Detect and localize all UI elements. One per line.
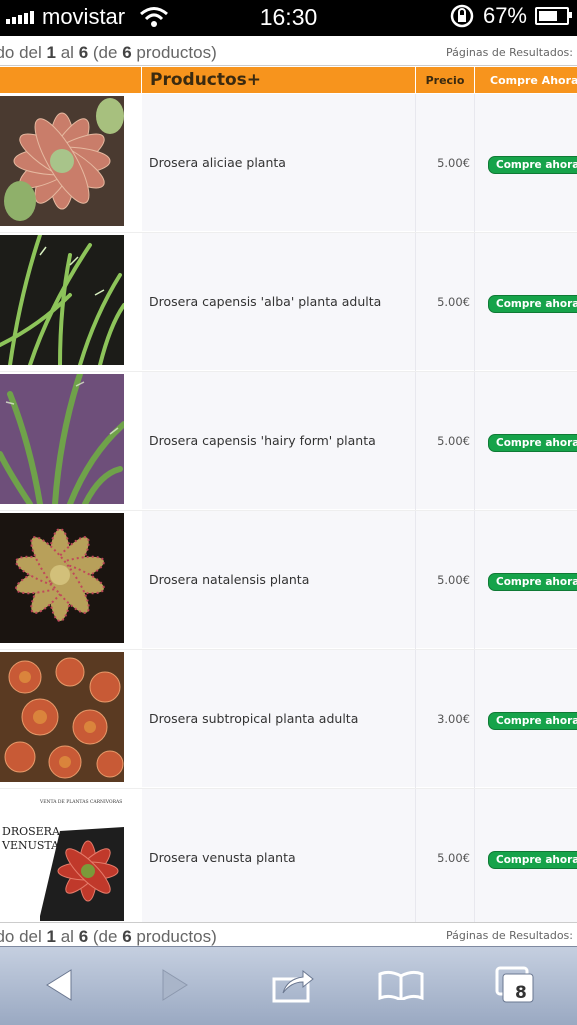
column-divider — [474, 233, 475, 371]
product-row: Drosera capensis 'alba' planta adulta 5.… — [0, 233, 577, 372]
divider — [0, 65, 577, 66]
product-row: Drosera aliciae planta 5.00€ Compre ahor… — [0, 94, 577, 233]
battery-icon — [535, 7, 572, 25]
header-products-sort[interactable]: Productos+ — [142, 67, 420, 93]
share-icon — [272, 969, 314, 1003]
pages-label: Páginas de Resultados: — [446, 46, 573, 59]
battery-percent: 67% — [482, 3, 527, 28]
buy-now-cell: Compre ahora — [488, 153, 577, 174]
product-row: VENTA DE PLANTAS CARNIVORAS DROSERA VENU… — [0, 789, 577, 928]
image-caption-line2: VENUSTA — [1, 839, 60, 852]
results-count-text: ndo del 1 al 6 (de 6 productos) — [0, 43, 217, 62]
status-right: 67% — [449, 3, 572, 29]
wifi-icon — [140, 7, 169, 27]
product-image[interactable] — [0, 652, 124, 782]
buy-now-cell: Compre ahora — [488, 292, 577, 313]
column-divider — [474, 511, 475, 649]
rotation-lock-icon — [450, 4, 474, 28]
column-divider — [474, 650, 475, 788]
product-name[interactable]: Drosera aliciae planta — [149, 94, 286, 231]
product-image[interactable] — [0, 235, 124, 365]
image-caption-small: VENTA DE PLANTAS CARNIVORAS — [39, 799, 122, 805]
product-list: Drosera aliciae planta 5.00€ Compre ahor… — [0, 94, 577, 928]
table-header: Productos+ Precio Compre Ahora — [0, 67, 577, 93]
buy-now-button[interactable]: Compre ahora — [488, 434, 577, 452]
header-divider — [141, 67, 142, 93]
carrier-name: movistar — [42, 4, 126, 29]
results-pager-top: ndo del 1 al 6 (de 6 productos) Páginas … — [0, 36, 577, 66]
buy-now-button[interactable]: Compre ahora — [488, 573, 577, 591]
buy-now-cell: Compre ahora — [488, 709, 577, 730]
product-image[interactable] — [0, 96, 124, 226]
buy-now-cell: Compre ahora — [488, 570, 577, 591]
forward-arrow-icon — [162, 969, 188, 1001]
header-divider — [474, 67, 475, 93]
product-name[interactable]: Drosera subtropical planta adulta — [149, 650, 358, 787]
image-caption-line1: DROSERA — [2, 825, 61, 838]
buy-now-button[interactable]: Compre ahora — [488, 295, 577, 313]
product-row: Drosera natalensis planta 5.00€ Compre a… — [0, 511, 577, 650]
product-name[interactable]: Drosera venusta planta — [149, 789, 296, 926]
product-price: 3.00€ — [437, 711, 470, 726]
product-price: 5.00€ — [437, 850, 470, 865]
page-content[interactable]: ndo del 1 al 6 (de 6 productos) Páginas … — [0, 36, 577, 946]
bookmarks-book-icon — [378, 970, 424, 1000]
signal-strength-icon — [6, 10, 34, 24]
tabs-button[interactable]: 8 — [490, 965, 540, 1005]
product-price: 5.00€ — [437, 572, 470, 587]
product-image[interactable]: VENTA DE PLANTAS CARNIVORAS DROSERA VENU… — [0, 791, 124, 921]
product-price: 5.00€ — [437, 294, 470, 309]
results-count-text: ndo del 1 al 6 (de 6 productos) — [0, 927, 217, 946]
buy-now-button[interactable]: Compre ahora — [488, 851, 577, 869]
results-pager-bottom: ndo del 1 al 6 (de 6 productos) Páginas … — [0, 922, 577, 946]
back-arrow-icon — [46, 969, 72, 1001]
browser-toolbar: 8 — [0, 946, 577, 1025]
header-price[interactable]: Precio — [416, 67, 474, 93]
header-divider — [415, 67, 416, 93]
share-button[interactable] — [268, 965, 318, 1005]
product-image[interactable] — [0, 513, 124, 643]
tabs-count: 8 — [515, 983, 527, 1003]
back-button[interactable] — [34, 965, 84, 1005]
buy-now-button[interactable]: Compre ahora — [488, 712, 577, 730]
column-divider — [474, 372, 475, 510]
bookmarks-button[interactable] — [376, 965, 426, 1005]
header-buy-now: Compre Ahora — [490, 73, 577, 87]
product-name[interactable]: Drosera natalensis planta — [149, 511, 309, 648]
status-left: movistar — [6, 4, 169, 30]
pages-label: Páginas de Resultados: — [446, 929, 573, 942]
product-image[interactable] — [0, 374, 124, 504]
product-price: 5.00€ — [437, 155, 470, 170]
product-row: Drosera subtropical planta adulta 3.00€ … — [0, 650, 577, 789]
product-name[interactable]: Drosera capensis 'hairy form' planta — [149, 372, 376, 509]
forward-button[interactable] — [150, 965, 200, 1005]
product-price: 5.00€ — [437, 433, 470, 448]
column-divider — [474, 94, 475, 232]
buy-now-cell: Compre ahora — [488, 431, 577, 452]
status-bar: movistar 16:30 67% — [0, 0, 577, 36]
column-divider — [474, 789, 475, 927]
product-row: Drosera capensis 'hairy form' planta 5.0… — [0, 372, 577, 511]
buy-now-cell: Compre ahora — [488, 848, 577, 869]
buy-now-button[interactable]: Compre ahora — [488, 156, 577, 174]
product-name[interactable]: Drosera capensis 'alba' planta adulta — [149, 233, 381, 370]
